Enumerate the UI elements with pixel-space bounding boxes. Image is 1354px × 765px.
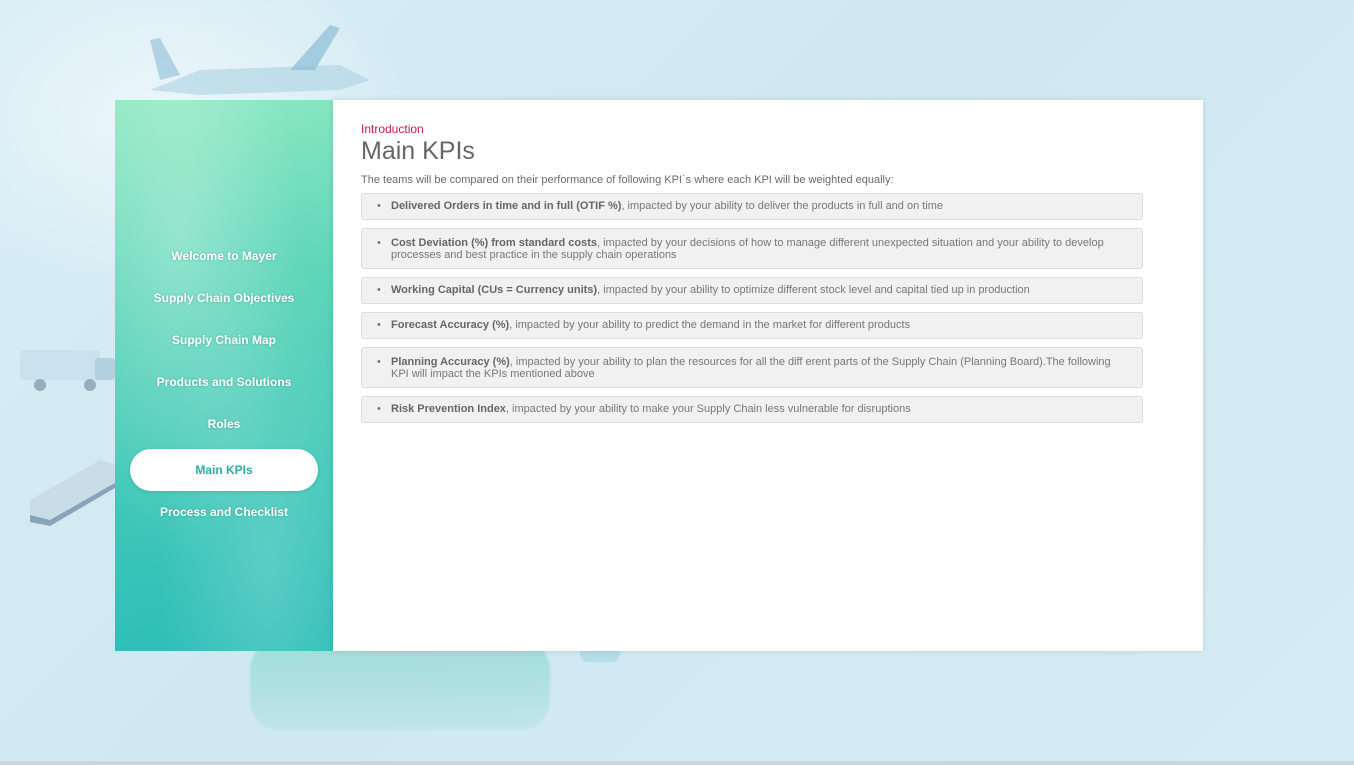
sidebar-nav: Welcome to Mayer Supply Chain Objectives… [115, 235, 333, 533]
kpi-item-risk-prevention-index: • Risk Prevention Index, impacted by you… [361, 396, 1143, 423]
sidebar-item-supply-chain-map[interactable]: Supply Chain Map [115, 319, 333, 361]
puzzle-illustration [250, 640, 550, 730]
kpi-description: , impacted by your ability to optimize d… [597, 284, 1030, 296]
bullet-icon: • [377, 356, 381, 368]
sidebar-item-roles[interactable]: Roles [115, 403, 333, 445]
bottom-border [0, 761, 1354, 765]
sidebar-item-main-kpis[interactable]: Main KPIs [130, 449, 318, 491]
bullet-icon: • [377, 237, 381, 249]
breadcrumb: Introduction [361, 122, 424, 136]
sidebar-item-process-and-checklist[interactable]: Process and Checklist [115, 491, 333, 533]
kpi-item-forecast-accuracy: • Forecast Accuracy (%), impacted by you… [361, 312, 1143, 339]
kpi-name: Delivered Orders in time and in full (OT… [391, 200, 622, 212]
content-panel: Introduction Main KPIs The teams will be… [333, 100, 1203, 651]
kpi-item-cost-deviation: • Cost Deviation (%) from standard costs… [361, 228, 1143, 269]
kpi-description: , impacted by your ability to predict th… [509, 319, 911, 331]
kpi-list: • Delivered Orders in time and in full (… [361, 193, 1143, 431]
intro-text: The teams will be compared on their perf… [361, 174, 894, 186]
sidebar-item-supply-chain-objectives[interactable]: Supply Chain Objectives [115, 277, 333, 319]
page-title: Main KPIs [361, 137, 475, 165]
kpi-name: Cost Deviation (%) from standard costs [391, 237, 597, 249]
kpi-description: , impacted by your ability to deliver th… [621, 200, 944, 212]
sidebar-item-welcome-to-mayer[interactable]: Welcome to Mayer [115, 235, 333, 277]
sidebar-item-products-and-solutions[interactable]: Products and Solutions [115, 361, 333, 403]
kpi-description: , impacted by your ability to make your … [505, 403, 911, 415]
kpi-name: Working Capital (CUs = Currency units) [391, 284, 598, 296]
kpi-name: Planning Accuracy (%) [391, 356, 510, 368]
bullet-icon: • [377, 403, 381, 415]
kpi-item-planning-accuracy: • Planning Accuracy (%), impacted by you… [361, 347, 1143, 388]
bullet-icon: • [377, 284, 381, 296]
bullet-icon: • [377, 319, 381, 331]
airplane-illustration [150, 25, 370, 95]
kpi-item-working-capital: • Working Capital (CUs = Currency units)… [361, 277, 1143, 304]
kpi-name: Risk Prevention Index [391, 403, 506, 415]
train-illustration [30, 460, 120, 526]
truck-illustration [20, 350, 115, 391]
bullet-icon: • [377, 200, 381, 212]
kpi-item-otif: • Delivered Orders in time and in full (… [361, 193, 1143, 220]
kpi-name: Forecast Accuracy (%) [391, 319, 510, 331]
sidebar: Welcome to Mayer Supply Chain Objectives… [115, 100, 333, 651]
